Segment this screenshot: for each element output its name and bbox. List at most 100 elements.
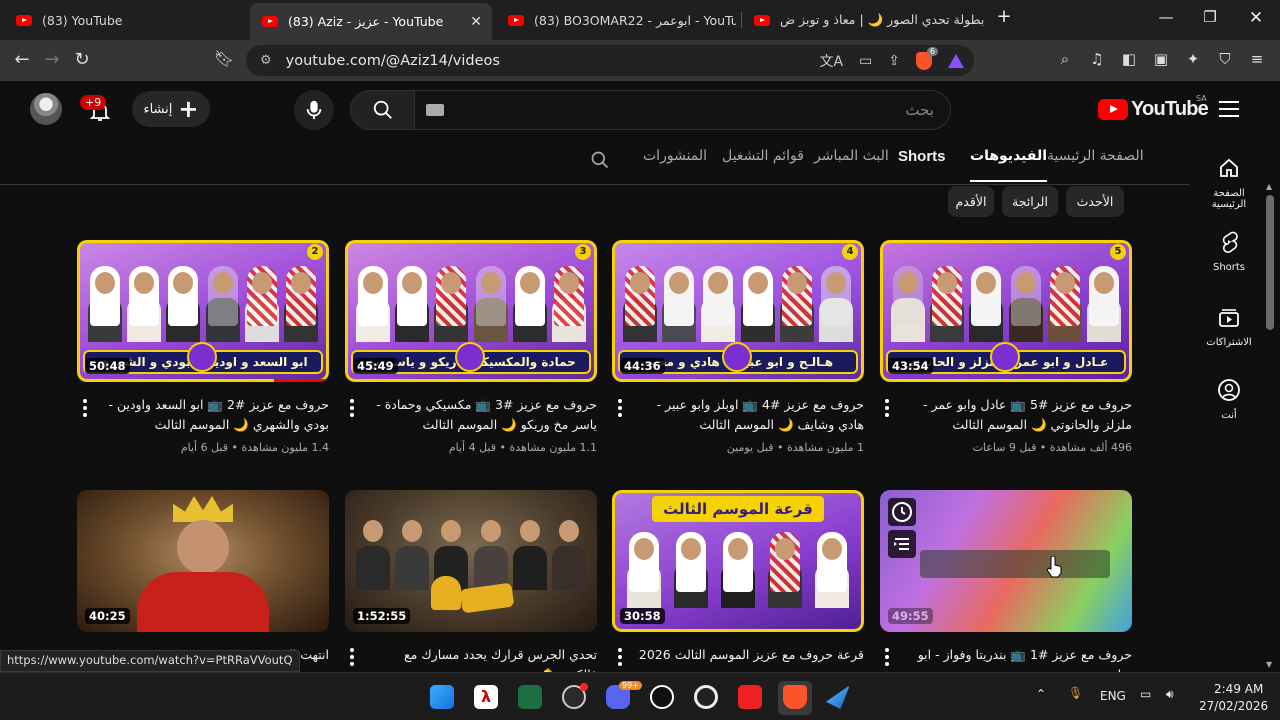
tab-aziz-videos[interactable]: (83) Aziz - عزيز - YouTube ✕ <box>250 3 492 40</box>
watch-later-button[interactable] <box>888 498 916 526</box>
account-avatar[interactable] <box>30 93 62 125</box>
video-menu-icon[interactable] <box>883 399 891 420</box>
tab-bo3omar[interactable]: (83) BO3OMAR22 - ابوعمر - YouTube <box>496 0 736 40</box>
video-thumbnail[interactable]: عـادل و ابو عمر - ملزلز و الحانوتي 5 43:… <box>880 240 1132 382</box>
video-thumbnail[interactable]: 1:52:55 <box>345 490 597 632</box>
sidebar-item-subscriptions[interactable]: الاشتراكات <box>1196 305 1262 348</box>
app-circle-icon[interactable] <box>694 685 718 709</box>
video-duration: 50:48 <box>85 358 130 374</box>
sidebar-label: Shorts <box>1212 262 1246 273</box>
back-button[interactable]: ← <box>10 49 34 70</box>
brave-shields-icon[interactable]: 6 <box>916 46 938 70</box>
tab-home[interactable]: الصفحة الرئيسية <box>1047 148 1144 164</box>
channel-search-icon[interactable] <box>590 150 610 170</box>
video-menu-icon[interactable] <box>348 399 356 420</box>
restore-button[interactable]: ❐ <box>1198 8 1222 26</box>
tab-youtube-home[interactable]: (83) YouTube <box>4 0 244 40</box>
sidebar-toggle-icon[interactable]: ◧ <box>1120 50 1138 68</box>
video-duration: 45:49 <box>353 358 398 374</box>
video-title[interactable]: حروف مع عزيز #4 📺 اوبلز وابو عبير - هادي… <box>634 395 864 435</box>
sidebar-item-home[interactable]: الصفحة الرئيسية <box>1196 156 1262 210</box>
youtube-favicon-icon <box>754 14 770 26</box>
tab-posts[interactable]: المنشورات <box>643 148 707 164</box>
search-button[interactable] <box>350 90 415 130</box>
app-blue-icon[interactable] <box>826 685 850 709</box>
guide-menu-icon[interactable] <box>1219 101 1239 122</box>
chip-popular[interactable]: الرائجة <box>1002 186 1058 217</box>
video-title[interactable]: حروف مع عزيز #3 📺 مكسيكي وحمادة - ياسر م… <box>367 395 597 435</box>
app-g-icon[interactable] <box>650 685 674 709</box>
vpn-icon[interactable]: ⛉ <box>1216 50 1234 68</box>
tab-playlists[interactable]: قوائم التشغيل <box>722 148 804 164</box>
brave-browser-icon[interactable] <box>783 685 807 709</box>
microphone-in-use-icon[interactable]: 🎙︎ <box>1068 686 1083 700</box>
window-close-button[interactable]: ✕ <box>1244 8 1268 28</box>
network-icon[interactable]: ▭ <box>1140 687 1151 701</box>
video-duration: 1:52:55 <box>353 608 411 624</box>
reader-mode-icon[interactable]: ⌕ <box>1056 50 1074 68</box>
voice-search-button[interactable] <box>294 90 334 130</box>
scroll-down-arrow[interactable]: ▼ <box>1266 660 1272 669</box>
create-button[interactable]: إنشاء + <box>132 91 210 127</box>
tab-photo-challenge[interactable]: بطولة تحدي الصور 🌙 | معاذ و توبز ض <box>742 0 990 40</box>
tab-live[interactable]: البث المباشر <box>814 148 889 164</box>
leo-ai-icon[interactable]: ✦ <box>1184 50 1202 68</box>
video-duration: 30:58 <box>620 608 665 624</box>
chip-latest[interactable]: الأحدث <box>1066 186 1124 217</box>
tab-videos[interactable]: الفيديوهات <box>970 148 1047 182</box>
youtube-favicon-icon <box>508 14 524 26</box>
video-menu-icon[interactable] <box>81 399 89 420</box>
video-menu-icon[interactable] <box>616 648 624 669</box>
video-menu-icon[interactable] <box>348 648 356 669</box>
site-settings-icon[interactable]: ⚙ <box>260 53 272 68</box>
chip-oldest[interactable]: الأقدم <box>948 186 994 217</box>
video-menu-icon[interactable] <box>616 399 624 420</box>
bookmark-icon[interactable]: 🔖︎ <box>212 49 236 68</box>
reload-button[interactable]: ↻ <box>70 49 94 70</box>
share-icon[interactable]: ⇪ <box>888 53 900 69</box>
video-thumbnail[interactable]: هـالـح و ابو عبيـر - هادي و محمد 4 44:36 <box>612 240 864 382</box>
video-thumbnail[interactable]: 40:25 <box>77 490 329 632</box>
video-menu-icon[interactable] <box>883 648 891 669</box>
search-input[interactable] <box>414 91 950 129</box>
add-to-queue-button[interactable] <box>888 530 916 558</box>
video-thumbnail[interactable]: قرعة الموسم الثالث 30:58 <box>612 490 864 632</box>
video-title[interactable]: قرعة حروف مع عزيز الموسم الثالث 2026 <box>634 645 864 665</box>
show-hidden-icons-icon[interactable]: ⌃ <box>1036 687 1046 701</box>
youtube-header: YouTube SA إنشاء + +9 <box>0 81 1280 139</box>
page-scrollbar-thumb[interactable] <box>1266 195 1274 330</box>
wallet-icon[interactable]: ▣ <box>1152 50 1170 68</box>
recording-dot-icon <box>580 683 588 691</box>
video-title[interactable]: حروف مع عزيز #2 📺 ابو السعد واودين - بود… <box>99 395 329 435</box>
app-alpha-icon[interactable]: λ <box>474 685 498 709</box>
brave-rewards-icon[interactable] <box>948 53 964 68</box>
translate-icon[interactable]: 文A <box>819 51 843 71</box>
cast-icon[interactable]: ▭ <box>859 53 872 69</box>
video-metadata: 1.4 مليون مشاهدة • قبل 6 أيام <box>180 441 329 454</box>
sidebar-item-you[interactable]: أنت <box>1196 378 1262 421</box>
video-title[interactable]: حروف مع عزيز #5 📺 عادل وابو عمر - ملزلز … <box>902 395 1132 435</box>
app-red-icon[interactable] <box>738 685 762 709</box>
clock-date[interactable]: 27/02/2026 <box>1199 699 1268 713</box>
tab-title: بطولة تحدي الصور 🌙 | معاذ و توبز ض <box>780 12 985 27</box>
clock-time[interactable]: 2:49 AM <box>1214 682 1263 696</box>
sidebar-label: الصفحة الرئيسية <box>1211 188 1247 210</box>
video-thumbnail[interactable]: ابو السعد و اودين - بودي و الشهري 2 50:4… <box>77 240 329 382</box>
input-language[interactable]: ENG <box>1100 689 1126 703</box>
excel-icon[interactable] <box>518 685 542 709</box>
address-bar[interactable]: ⚙ youtube.com/@Aziz14/videos 文A ▭ ⇪ 6 <box>246 45 974 76</box>
close-tab-icon[interactable]: ✕ <box>470 14 482 30</box>
scroll-up-arrow[interactable]: ▲ <box>1266 182 1272 191</box>
media-icon[interactable]: ♫ <box>1088 50 1106 68</box>
forward-button[interactable]: → <box>40 49 64 70</box>
menu-icon[interactable]: ≡ <box>1248 50 1266 68</box>
tab-shorts[interactable]: Shorts <box>898 148 946 165</box>
minimize-button[interactable]: — <box>1154 8 1178 26</box>
video-thumbnail[interactable]: حمادة والمكسيكي - ريكو و ياسر مخ 3 45:49 <box>345 240 597 382</box>
new-tab-button[interactable]: + <box>992 6 1016 27</box>
volume-icon[interactable]: 🔊︎ <box>1166 687 1174 702</box>
sidebar-item-shorts[interactable]: Shorts <box>1196 230 1262 273</box>
youtube-logo[interactable]: YouTube SA <box>1098 94 1209 121</box>
start-windows-icon[interactable] <box>430 685 454 709</box>
video-thumbnail[interactable]: 49:55 <box>880 490 1132 632</box>
